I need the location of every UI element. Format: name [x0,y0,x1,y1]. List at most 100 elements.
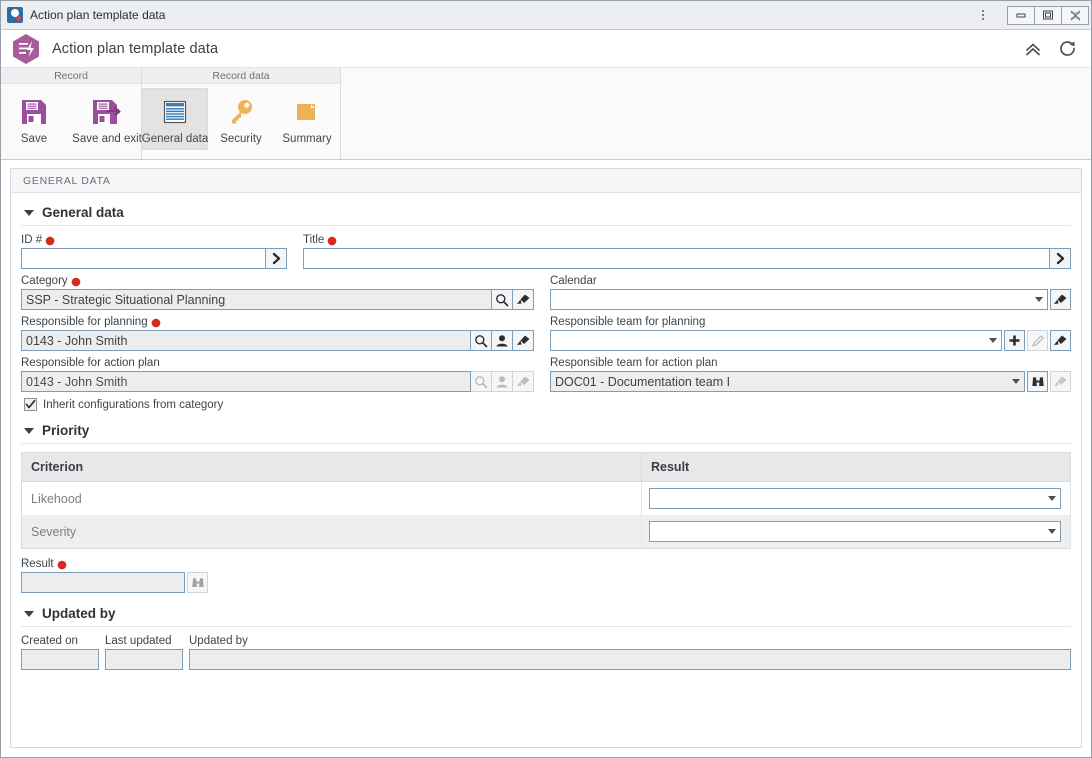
form-row-id-title: ID # Title [21,234,1071,269]
table-header-row: Criterion Result [21,452,1071,482]
hexagon-lightning-logo [11,33,41,65]
id-expand-button[interactable] [266,248,287,269]
minimize-icon[interactable] [1007,5,1035,25]
responsible-planning-input[interactable]: 0143 - John Smith [21,330,471,351]
save-button[interactable]: Save [1,88,67,150]
responsible-action-plan-input: 0143 - John Smith [21,371,471,392]
required-marker-icon [151,318,161,328]
floppy-save-exit-icon [90,94,124,130]
calendar-select[interactable] [550,289,1048,310]
priority-result-field: Result [21,558,221,593]
inherit-configurations-row[interactable]: Inherit configurations from category [24,398,1071,411]
section-general-data-label: General data [42,205,124,220]
collapse-caret-icon[interactable] [24,427,34,434]
section-priority-label: Priority [42,423,90,438]
form-panel: GENERAL DATA General data ID # Title Cat… [10,168,1082,748]
collapse-caret-icon[interactable] [24,209,34,216]
ribbon-group-record: Record Save Save and exit [1,68,142,159]
last-updated-label: Last updated [105,635,172,647]
page-title: Action plan template data [52,40,219,57]
refresh-icon[interactable] [1058,39,1077,58]
required-marker-icon [71,277,81,287]
responsible-team-action-plan-clear-button [1050,371,1071,392]
priority-result-input [21,572,185,593]
title-bar: Action plan template data [1,1,1091,30]
updated-by-label: Updated by [189,635,248,647]
close-icon[interactable] [1061,5,1089,25]
responsible-team-action-plan-select[interactable]: DOC01 - Documentation team I [550,371,1025,392]
created-on-input [21,649,99,670]
maximize-icon[interactable] [1034,5,1062,25]
responsible-team-planning-edit-button [1027,330,1048,351]
inherit-configurations-checkbox[interactable] [24,398,37,411]
responsible-team-planning-add-button[interactable] [1004,330,1025,351]
content-area: GENERAL DATA General data ID # Title Cat… [1,160,1091,757]
section-general-data: General data [21,203,1071,224]
document-lines-icon [160,94,190,130]
section-priority: Priority [21,421,1071,442]
responsible-action-plan-label: Responsible for action plan [21,357,160,369]
responsible-team-action-plan-binoculars-button[interactable] [1027,371,1048,392]
category-search-button[interactable] [492,289,513,310]
responsible-planning-search-button[interactable] [471,330,492,351]
title-field-label: Title [303,234,1071,246]
responsible-action-plan-search-button [471,371,492,392]
title-input[interactable] [303,248,1050,269]
table-row: Likehood [21,481,1071,515]
id-input[interactable] [21,248,266,269]
responsible-team-action-plan-label: Responsible team for action plan [550,357,718,369]
responsible-team-planning-clear-button[interactable] [1050,330,1071,351]
responsible-planning-person-button[interactable] [492,330,513,351]
save-and-exit-button-label: Save and exit [72,133,142,145]
responsible-planning-clear-button[interactable] [513,330,534,351]
updated-by-row: Created on Last updated Updated by [21,635,1071,670]
app-logo-icon [7,7,23,23]
responsible-team-action-plan-value: DOC01 - Documentation team I [555,374,731,389]
tab-summary[interactable]: Summary [274,88,340,150]
ribbon-group-label: Record data [142,68,340,84]
category-input[interactable]: SSP - Strategic Situational Planning [21,289,492,310]
category-clear-button[interactable] [513,289,534,310]
responsible-action-plan-clear-button [513,371,534,392]
tab-security[interactable]: Security [208,88,274,150]
save-and-exit-button[interactable]: Save and exit [67,88,147,150]
required-marker-icon [45,236,55,246]
key-icon [226,94,256,130]
calendar-field-label: Calendar [550,275,597,287]
chevron-down-icon [989,338,997,343]
form-row-category-calendar: Category SSP - Strategic Situational Pla… [21,275,1071,310]
inherit-configurations-label: Inherit configurations from category [43,398,224,411]
form-body: General data ID # Title Category SSP - S… [11,193,1081,680]
responsible-action-plan-person-button [492,371,513,392]
priority-table: Criterion Result Likehood Severity [21,452,1071,549]
required-marker-icon [57,560,67,570]
tab-general-data[interactable]: General data [142,88,208,150]
responsible-team-planning-select[interactable] [550,330,1002,351]
floppy-save-icon [19,94,49,130]
criterion-cell: Severity [21,515,642,549]
required-marker-icon [327,236,337,246]
title-expand-button[interactable] [1050,248,1071,269]
column-header-criterion: Criterion [21,452,642,482]
created-on-label: Created on [21,635,78,647]
result-cell [641,481,1071,515]
ribbon-toolbar: Record Save Save and exit Record data Ge… [1,68,1091,160]
kebab-menu-icon[interactable] [972,2,994,28]
chevron-down-icon [1048,496,1056,501]
save-button-label: Save [20,133,48,145]
form-row-responsible-action-plan: Responsible for action plan 0143 - John … [21,357,1071,392]
tab-general-data-label: General data [141,133,209,145]
category-field-label: Category [21,275,534,287]
calendar-clear-button[interactable] [1050,289,1071,310]
chevron-down-icon [1035,297,1043,302]
folder-page-icon [292,94,322,130]
responsible-team-planning-label: Responsible team for planning [550,316,706,328]
double-chevron-up-icon[interactable] [1024,41,1042,57]
severity-result-select[interactable] [649,521,1061,542]
tab-summary-label: Summary [282,133,332,145]
page-header: Action plan template data [1,30,1091,68]
collapse-caret-icon[interactable] [24,610,34,617]
breadcrumb: GENERAL DATA [11,169,1081,193]
likehood-result-select[interactable] [649,488,1061,509]
priority-result-binoculars-button [187,572,208,593]
